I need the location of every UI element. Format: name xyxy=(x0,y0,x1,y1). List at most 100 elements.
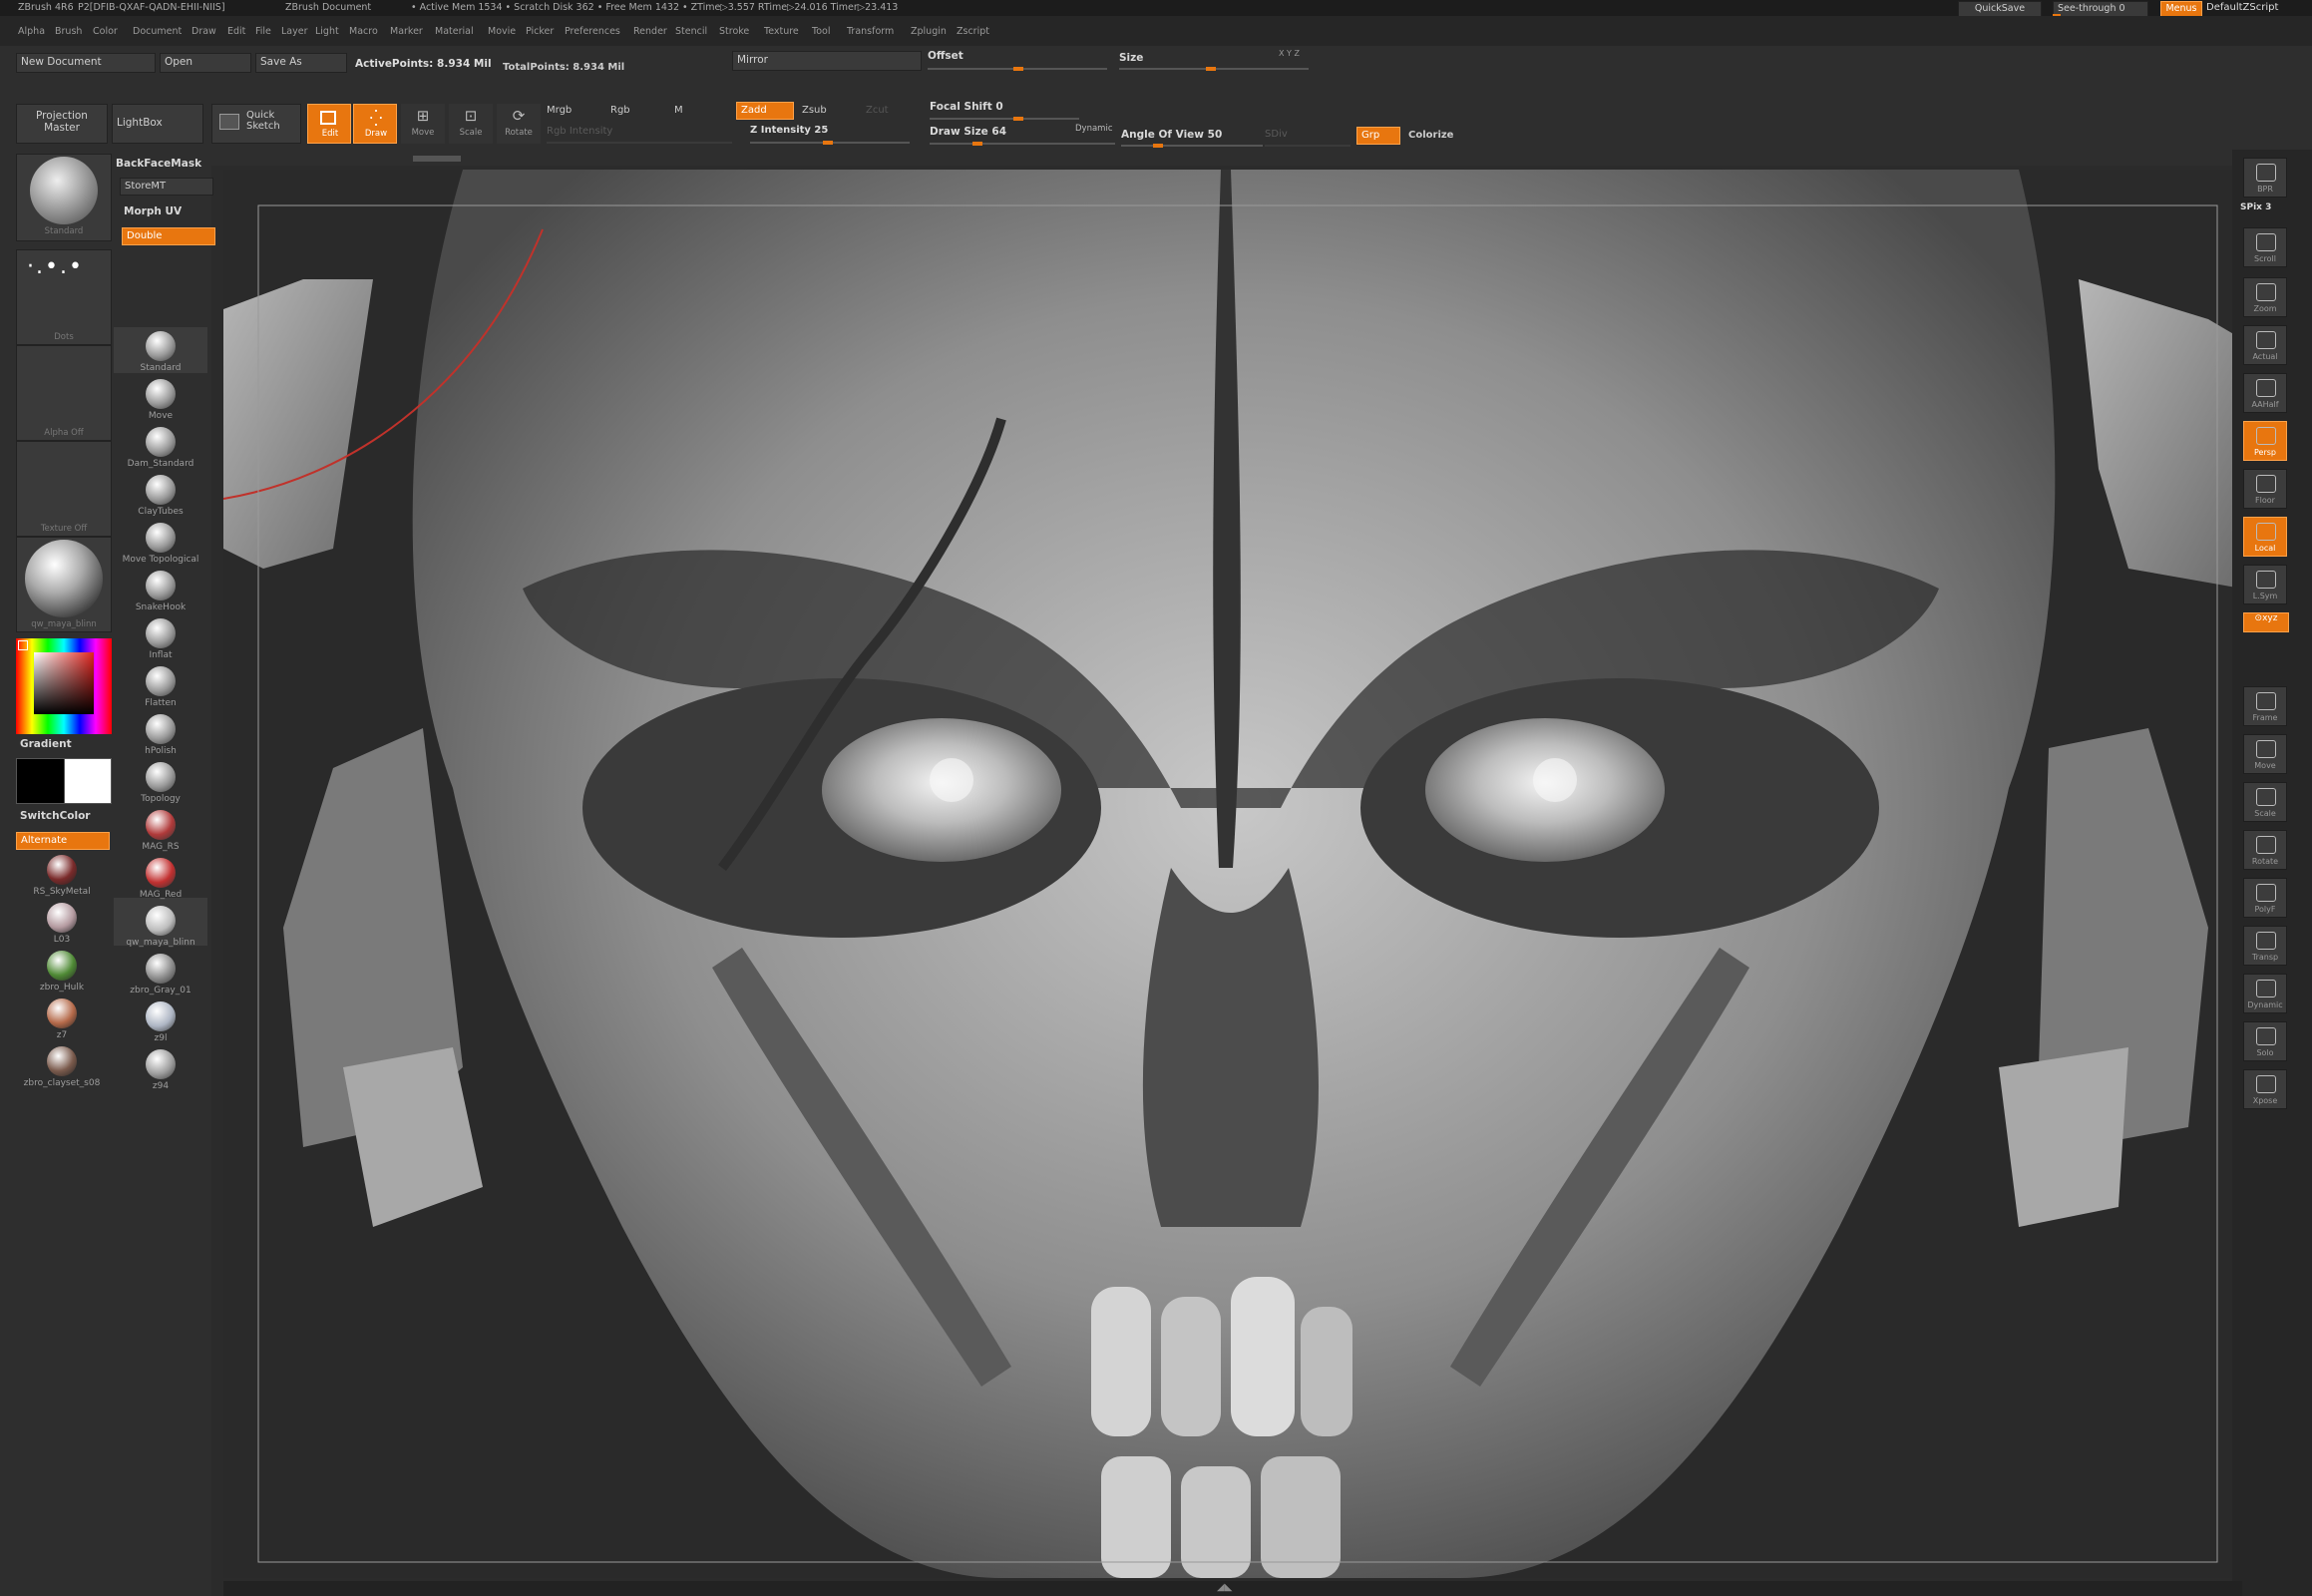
brush-item[interactable]: MAG_Red xyxy=(114,856,207,902)
sdiv-slider[interactable] xyxy=(1265,145,1350,147)
gradient-toggle[interactable]: Gradient xyxy=(20,738,72,750)
shelf-scroll-handle[interactable] xyxy=(413,156,461,162)
brush-item[interactable]: Move xyxy=(114,377,207,423)
menu-brush[interactable]: Brush xyxy=(55,26,82,37)
draw-mode-button[interactable]: ⁛ Draw xyxy=(353,104,397,144)
scale-button[interactable]: Scale xyxy=(2243,782,2287,822)
texture-selector[interactable]: Texture Off xyxy=(16,441,112,537)
zcut-button[interactable]: Zcut xyxy=(866,105,889,116)
transp-button[interactable]: Transp xyxy=(2243,926,2287,966)
dynamic-toggle[interactable]: Dynamic xyxy=(1075,124,1113,134)
edit-mode-button[interactable]: Edit xyxy=(307,104,351,144)
material-item[interactable]: zbro_Hulk xyxy=(14,949,110,995)
brush-item[interactable]: hPolish xyxy=(114,712,207,758)
menu-tool[interactable]: Tool xyxy=(812,26,830,37)
menu-document[interactable]: Document xyxy=(133,26,182,37)
material-selector[interactable]: qw_maya_blinn xyxy=(16,537,112,632)
size-slider-knob[interactable] xyxy=(1206,67,1216,71)
default-zscript-button[interactable]: DefaultZScript xyxy=(2206,2,2278,13)
m-button[interactable]: M xyxy=(674,105,683,116)
zadd-button[interactable]: Zadd xyxy=(736,102,794,120)
open-button[interactable]: Open xyxy=(160,53,251,73)
brush-item[interactable]: z94 xyxy=(114,1047,207,1093)
brush-item[interactable]: Dam_Standard xyxy=(114,425,207,471)
double-button[interactable]: Double xyxy=(122,227,215,245)
menu-movie[interactable]: Movie xyxy=(488,26,516,37)
see-through-slider[interactable]: See-through 0 xyxy=(2053,1,2148,17)
actual-button[interactable]: Actual xyxy=(2243,325,2287,365)
menu-macro[interactable]: Macro xyxy=(349,26,378,37)
aahalf-button[interactable]: AAHalf xyxy=(2243,373,2287,413)
alpha-selector[interactable]: Alpha Off xyxy=(16,345,112,441)
grp-button[interactable]: Grp xyxy=(1356,127,1400,145)
menu-color[interactable]: Color xyxy=(93,26,118,37)
menus-button[interactable]: Menus xyxy=(2160,1,2202,17)
floor-button[interactable]: Floor xyxy=(2243,469,2287,509)
scroll-button[interactable]: Scroll xyxy=(2243,227,2287,267)
menu-draw[interactable]: Draw xyxy=(192,26,216,37)
color-picker-sv-box[interactable] xyxy=(34,652,94,714)
bottom-tray-arrow-icon[interactable]: ◢◣ xyxy=(1217,1582,1232,1593)
rgb-button[interactable]: Rgb xyxy=(610,105,630,116)
save-as-button[interactable]: Save As xyxy=(255,53,347,73)
menu-zplugin[interactable]: Zplugin xyxy=(911,26,947,37)
xyz-axis-toggle[interactable]: X Y Z xyxy=(1279,49,1300,58)
backfacemask-button[interactable]: BackFaceMask xyxy=(116,158,201,170)
material-item[interactable]: z7 xyxy=(14,997,110,1042)
color-picker-cursor[interactable] xyxy=(18,640,28,650)
rotate-mode-button[interactable]: ⟳ Rotate xyxy=(497,104,541,144)
viewport-canvas[interactable] xyxy=(223,170,2242,1578)
menu-material[interactable]: Material xyxy=(435,26,474,37)
brush-item[interactable]: Topology xyxy=(114,760,207,806)
mrgb-button[interactable]: Mrgb xyxy=(547,105,572,116)
draw-size-slider[interactable] xyxy=(930,143,1115,145)
bpr-button[interactable]: BPR xyxy=(2243,158,2287,198)
brush-item[interactable]: MAG_RS xyxy=(114,808,207,854)
secondary-color-swatch[interactable] xyxy=(16,758,66,804)
menu-picker[interactable]: Picker xyxy=(526,26,554,37)
draw-size-knob[interactable] xyxy=(972,142,982,146)
brush-item[interactable]: Standard xyxy=(114,329,207,375)
menu-alpha[interactable]: Alpha xyxy=(18,26,45,37)
menu-stroke[interactable]: Stroke xyxy=(719,26,749,37)
solo-button[interactable]: Solo xyxy=(2243,1021,2287,1061)
menu-transform[interactable]: Transform xyxy=(847,26,894,37)
zsub-button[interactable]: Zsub xyxy=(802,105,827,116)
alternate-button[interactable]: Alternate xyxy=(16,832,110,850)
bottom-tray-handle[interactable] xyxy=(223,1581,2242,1596)
menu-zscript[interactable]: Zscript xyxy=(957,26,989,37)
dynamic-button[interactable]: Dynamic xyxy=(2243,974,2287,1013)
material-item[interactable]: zbro_clayset_s08 xyxy=(14,1044,110,1090)
menu-edit[interactable]: Edit xyxy=(227,26,245,37)
spix-slider[interactable]: SPix 3 xyxy=(2240,202,2271,212)
focal-shift-knob[interactable] xyxy=(1013,117,1023,121)
morph-uv-button[interactable]: Morph UV xyxy=(124,205,182,217)
mirror-button[interactable]: Mirror xyxy=(732,51,922,71)
brush-item[interactable]: ClayTubes xyxy=(114,473,207,519)
menu-render[interactable]: Render xyxy=(633,26,667,37)
polyf-button[interactable]: PolyF xyxy=(2243,878,2287,918)
brush-item[interactable]: Flatten xyxy=(114,664,207,710)
menu-file[interactable]: File xyxy=(255,26,271,37)
new-document-button[interactable]: New Document xyxy=(16,53,156,73)
colorize-button[interactable]: Colorize xyxy=(1408,130,1453,141)
stroke-selector[interactable]: ·.•.• Dots xyxy=(16,249,112,345)
menu-stencil[interactable]: Stencil xyxy=(675,26,707,37)
projection-master-button[interactable]: Projection Master xyxy=(16,104,108,144)
menu-light[interactable]: Light xyxy=(315,26,339,37)
frame-button[interactable]: Frame xyxy=(2243,686,2287,726)
main-color-swatch[interactable] xyxy=(64,758,112,804)
brush-item[interactable]: Move Topological xyxy=(114,521,207,567)
move-button[interactable]: Move xyxy=(2243,734,2287,774)
angle-of-view-knob[interactable] xyxy=(1153,144,1163,148)
local-button[interactable]: Local xyxy=(2243,517,2287,557)
brush-item[interactable]: Inflat xyxy=(114,616,207,662)
material-item[interactable]: RS_SkyMetal xyxy=(14,853,110,899)
scale-mode-button[interactable]: ⊡ Scale xyxy=(449,104,493,144)
zoom-button[interactable]: Zoom xyxy=(2243,277,2287,317)
brush-item[interactable]: z9l xyxy=(114,999,207,1045)
lightbox-button[interactable]: LightBox xyxy=(112,104,203,144)
rotate-button[interactable]: Rotate xyxy=(2243,830,2287,870)
menu-texture[interactable]: Texture xyxy=(764,26,799,37)
focal-shift-slider[interactable] xyxy=(930,118,1079,120)
